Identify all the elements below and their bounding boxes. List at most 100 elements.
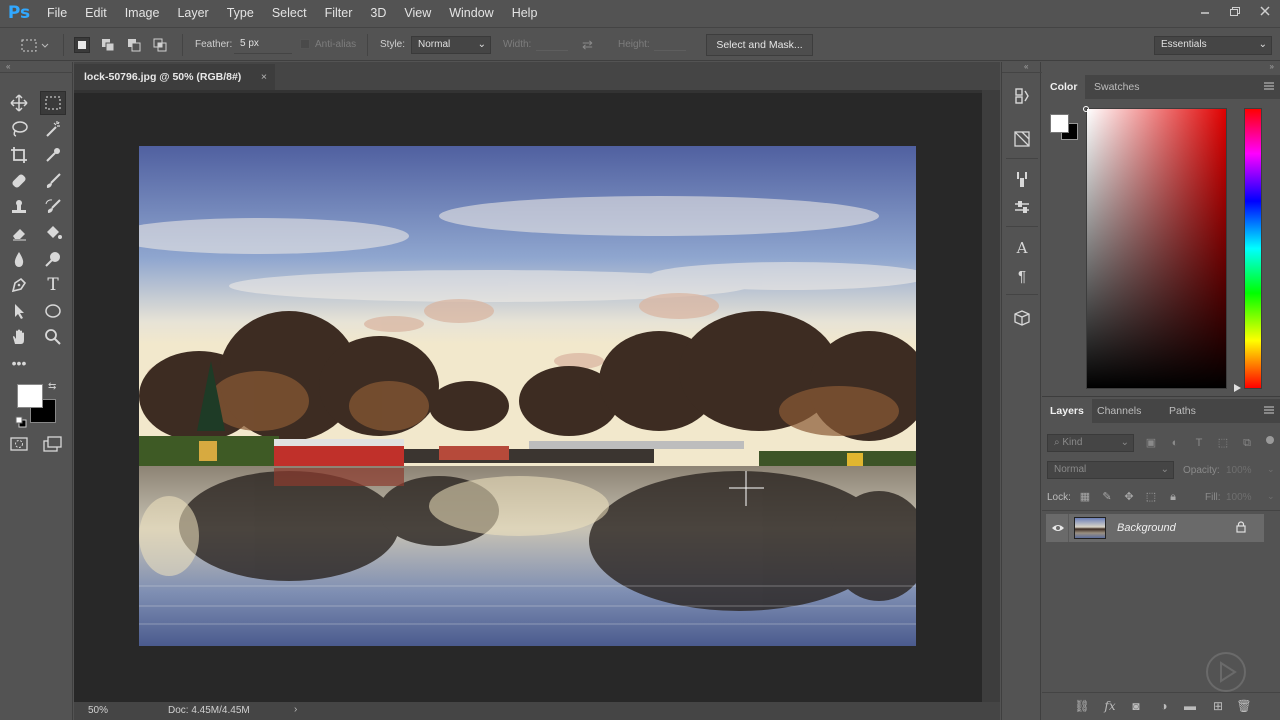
- adjustments-panel-icon[interactable]: [1010, 196, 1034, 218]
- clone-stamp-tool-icon[interactable]: [6, 195, 32, 219]
- zoom-tool-icon[interactable]: [40, 325, 66, 349]
- pen-tool-icon[interactable]: [6, 273, 32, 297]
- menu-image[interactable]: Image: [116, 0, 169, 26]
- feather-input[interactable]: 5 px: [234, 36, 292, 54]
- restore-icon[interactable]: [1220, 0, 1250, 22]
- style-select[interactable]: Normal ⌄: [411, 36, 491, 54]
- menu-view[interactable]: View: [395, 0, 440, 26]
- layer-row[interactable]: Background: [1046, 514, 1264, 542]
- healing-brush-tool-icon[interactable]: [6, 169, 32, 193]
- layer-name[interactable]: Background: [1117, 522, 1176, 534]
- crop-tool-icon[interactable]: [6, 143, 32, 167]
- close-icon[interactable]: [1250, 0, 1280, 22]
- link-layers-icon[interactable]: ⛓: [1074, 698, 1090, 714]
- menu-help[interactable]: Help: [503, 0, 547, 26]
- panel-menu-icon[interactable]: [1264, 81, 1274, 91]
- paint-bucket-tool-icon[interactable]: [40, 221, 66, 245]
- delete-layer-icon[interactable]: 🗑︎: [1236, 698, 1252, 714]
- tab-layers[interactable]: Layers: [1042, 399, 1092, 423]
- opacity-value[interactable]: 100%: [1226, 465, 1252, 476]
- layer-filter-kind[interactable]: ⌕ Kind ⌄: [1047, 434, 1134, 452]
- foreground-color-swatch[interactable]: [17, 384, 43, 408]
- panel-menu-icon[interactable]: [1264, 405, 1274, 415]
- filter-adjustment-icon[interactable]: ◐: [1168, 436, 1182, 450]
- filter-smart-object-icon[interactable]: ⧉: [1240, 436, 1254, 450]
- close-tab-icon[interactable]: ×: [261, 64, 267, 90]
- filter-pixel-icon[interactable]: ▣: [1144, 436, 1158, 450]
- color-picker-field[interactable]: [1086, 108, 1227, 389]
- history-panel-icon[interactable]: [1010, 85, 1034, 107]
- hue-slider[interactable]: [1244, 108, 1262, 389]
- paragraph-panel-icon[interactable]: ¶: [1010, 265, 1034, 287]
- fill-value[interactable]: 100%: [1226, 492, 1252, 503]
- rectangular-marquee-tool-icon[interactable]: [40, 91, 66, 115]
- marquee-preset-icon[interactable]: [20, 37, 52, 56]
- type-tool-icon[interactable]: T: [40, 273, 66, 297]
- filter-type-icon[interactable]: T: [1192, 436, 1206, 450]
- intersect-selection-icon[interactable]: [152, 37, 168, 53]
- adjustment-layer-icon[interactable]: ◑: [1156, 698, 1172, 714]
- document-tab[interactable]: lock-50796.jpg @ 50% (RGB/8#) ×: [74, 64, 275, 90]
- document-image[interactable]: [139, 146, 916, 646]
- swap-dimensions-icon[interactable]: ⇄: [582, 37, 593, 53]
- hand-tool-icon[interactable]: [6, 325, 32, 349]
- workspace-select[interactable]: Essentials ⌄: [1154, 36, 1272, 55]
- eraser-tool-icon[interactable]: [6, 221, 32, 245]
- menu-edit[interactable]: Edit: [76, 0, 116, 26]
- chevron-down-icon[interactable]: ⌄: [1267, 491, 1275, 502]
- zoom-level[interactable]: 50%: [88, 705, 108, 716]
- vertical-scrollbar[interactable]: [982, 90, 1000, 702]
- lock-image-icon[interactable]: ✎: [1100, 490, 1114, 504]
- character-panel-icon[interactable]: A: [1010, 237, 1034, 259]
- menu-layer[interactable]: Layer: [168, 0, 217, 26]
- path-selection-tool-icon[interactable]: [6, 299, 32, 323]
- lock-artboard-icon[interactable]: ⬚: [1144, 490, 1158, 504]
- height-input[interactable]: [654, 50, 686, 51]
- menu-3d[interactable]: 3D: [361, 0, 395, 26]
- lock-position-icon[interactable]: ✥: [1122, 490, 1136, 504]
- menu-window[interactable]: Window: [440, 0, 502, 26]
- lock-all-icon[interactable]: 🔒︎: [1166, 490, 1180, 504]
- filter-shape-icon[interactable]: ⬚: [1216, 436, 1230, 450]
- history-brush-tool-icon[interactable]: [40, 195, 66, 219]
- lock-transparent-icon[interactable]: ▦: [1078, 490, 1092, 504]
- brush-tool-icon[interactable]: [40, 169, 66, 193]
- collapse-panels-icon[interactable]: »: [1270, 62, 1274, 71]
- eye-icon[interactable]: [1051, 522, 1065, 537]
- default-colors-icon[interactable]: [15, 416, 27, 431]
- lasso-tool-icon[interactable]: [6, 117, 32, 141]
- select-and-mask-button[interactable]: Select and Mask...: [706, 34, 813, 56]
- properties-panel-icon[interactable]: [1010, 128, 1034, 150]
- blend-mode-select[interactable]: Normal ⌄: [1047, 461, 1174, 479]
- layer-style-icon[interactable]: fx: [1102, 698, 1118, 714]
- minimize-icon[interactable]: [1190, 0, 1220, 22]
- add-mask-icon[interactable]: ◙: [1128, 698, 1144, 714]
- menu-select[interactable]: Select: [263, 0, 316, 26]
- hue-slider-handle[interactable]: [1234, 384, 1241, 392]
- eyedropper-tool-icon[interactable]: [40, 143, 66, 167]
- filter-toggle-icon[interactable]: [1266, 436, 1274, 444]
- ellipse-tool-icon[interactable]: [40, 299, 66, 323]
- more-tools-icon[interactable]: •••: [6, 351, 32, 375]
- magic-wand-tool-icon[interactable]: [40, 117, 66, 141]
- 3d-panel-icon[interactable]: [1010, 307, 1034, 329]
- add-selection-icon[interactable]: [100, 37, 116, 53]
- new-group-icon[interactable]: ▬: [1182, 698, 1198, 714]
- chevron-right-icon[interactable]: ›: [294, 704, 297, 715]
- quick-mask-icon[interactable]: [10, 436, 28, 455]
- antialias-checkbox[interactable]: [300, 39, 310, 49]
- tab-paths[interactable]: Paths: [1161, 399, 1204, 423]
- menu-filter[interactable]: Filter: [316, 0, 362, 26]
- chevron-down-icon[interactable]: ⌄: [1267, 464, 1275, 475]
- collapse-toolbox-icon[interactable]: «: [6, 62, 10, 71]
- swap-colors-icon[interactable]: ⇆: [48, 381, 56, 392]
- tab-color[interactable]: Color: [1042, 75, 1086, 99]
- new-layer-icon[interactable]: ⊞: [1210, 698, 1226, 714]
- screen-mode-icon[interactable]: [43, 436, 63, 455]
- width-input[interactable]: [536, 50, 568, 51]
- color-picker-marker[interactable]: [1083, 106, 1089, 112]
- tab-channels[interactable]: Channels: [1089, 399, 1149, 423]
- tab-swatches[interactable]: Swatches: [1086, 75, 1148, 99]
- dodge-tool-icon[interactable]: [40, 247, 66, 271]
- subtract-selection-icon[interactable]: [126, 37, 142, 53]
